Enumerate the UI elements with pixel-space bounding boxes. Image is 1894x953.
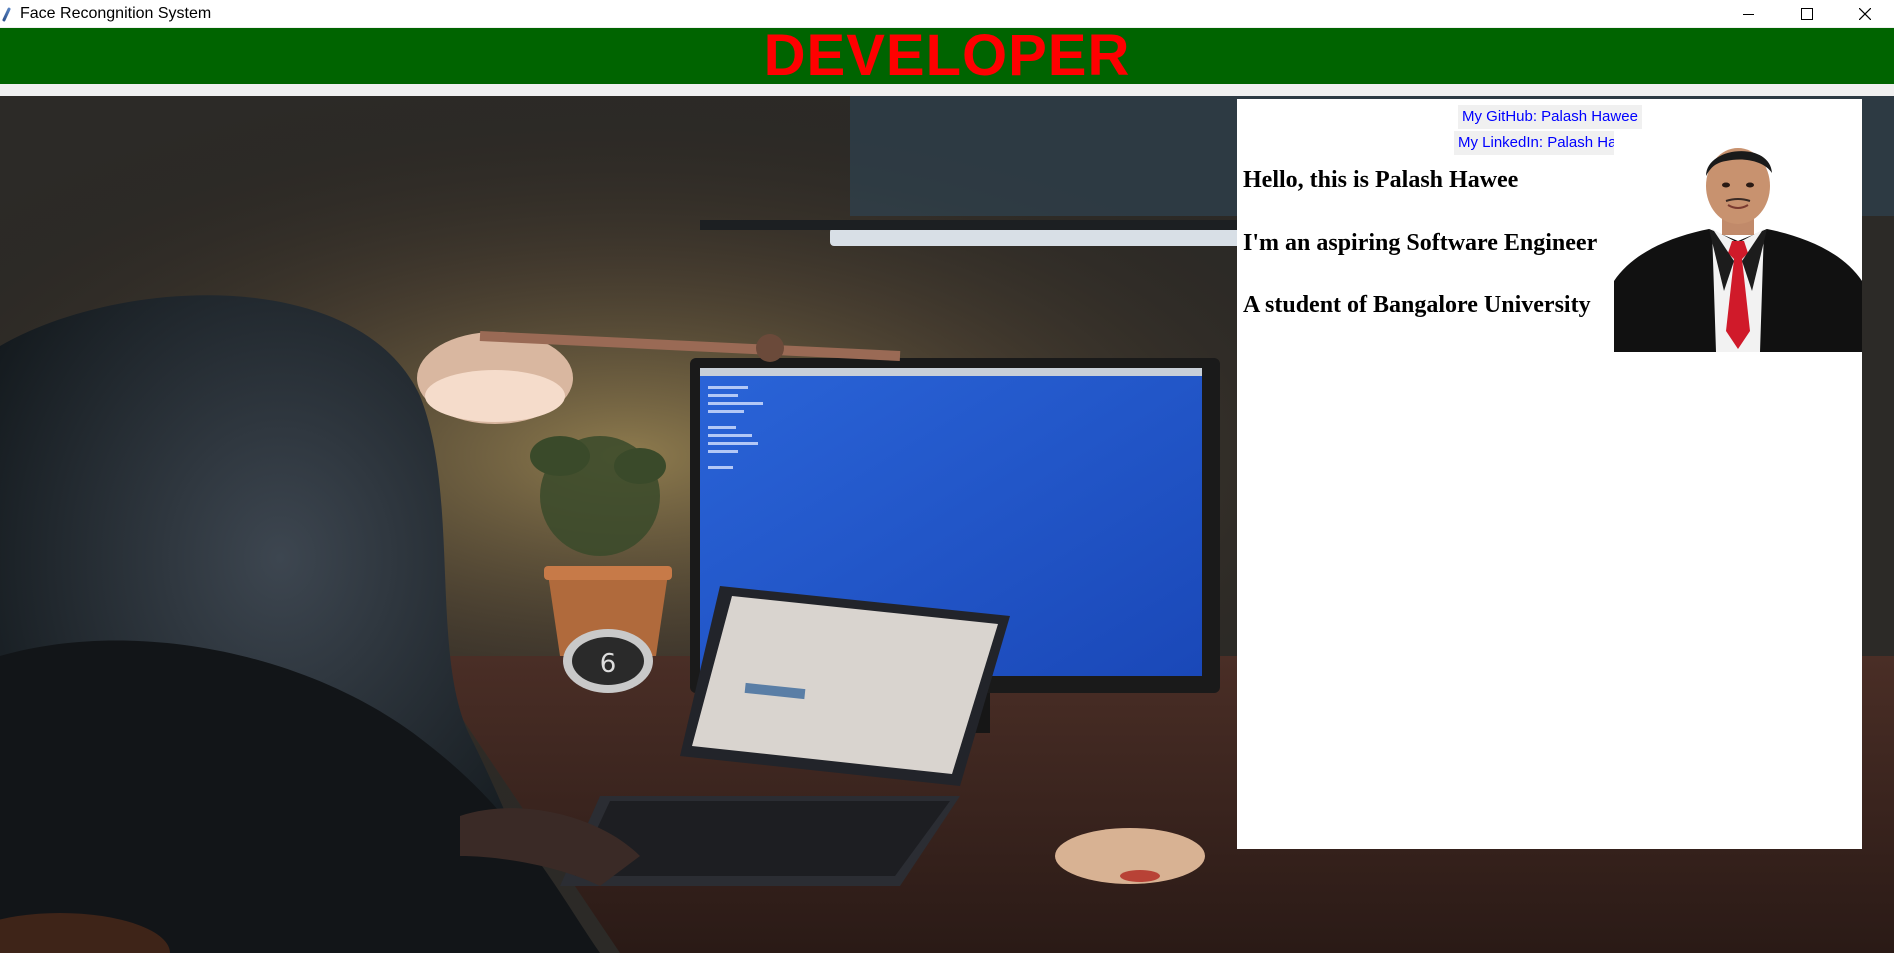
page-title: DEVELOPER bbox=[763, 23, 1131, 88]
greeting-text: Hello, this is Palash Hawee bbox=[1243, 167, 1519, 193]
separator bbox=[0, 84, 1894, 96]
maximize-icon[interactable] bbox=[1778, 0, 1836, 27]
minimize-icon[interactable] bbox=[1720, 0, 1778, 27]
education-text: A student of Bangalore University bbox=[1243, 292, 1591, 318]
role-text: I'm an aspiring Software Engineer bbox=[1243, 230, 1598, 256]
close-icon[interactable] bbox=[1836, 0, 1894, 27]
header-banner: DEVELOPER bbox=[0, 23, 1894, 88]
window-controls bbox=[1720, 0, 1894, 27]
profile-portrait bbox=[1614, 131, 1862, 352]
developer-photo bbox=[1614, 131, 1862, 352]
github-link[interactable]: My GitHub: Palash Hawee bbox=[1458, 105, 1642, 129]
developer-info-panel: My GitHub: Palash Hawee My LinkedIn: Pal… bbox=[1237, 99, 1862, 849]
feather-icon bbox=[2, 6, 12, 22]
window-title: Face Recongnition System bbox=[20, 4, 212, 22]
clock-digit: 6 bbox=[600, 649, 617, 679]
